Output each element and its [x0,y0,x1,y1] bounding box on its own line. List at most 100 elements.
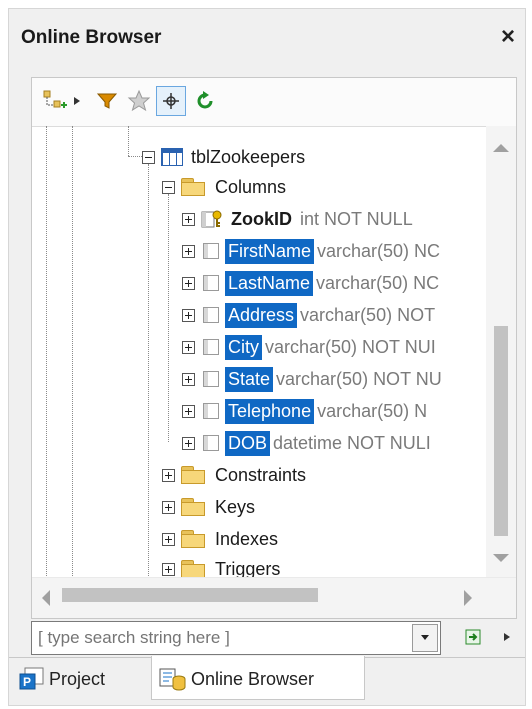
filter-button[interactable] [92,86,122,116]
column-name-selected: DOB [225,430,271,456]
column-icon [203,371,219,387]
expand-icon[interactable] [162,532,175,546]
primary-key-column-icon [201,210,222,228]
column-row[interactable]: City varchar(50) NOT NUI [182,332,436,362]
column-type: varchar(50) NOT NU [276,368,442,389]
filter-icon [96,93,118,109]
expand-icon[interactable] [182,276,195,290]
column-row[interactable]: ZookID int NOT NULL [182,204,413,234]
expand-icon[interactable] [182,244,195,258]
tab-project[interactable]: P Project [19,659,105,699]
column-icon [203,435,219,451]
tab-label: Online Browser [191,668,315,689]
column-name-selected: Address [225,302,298,328]
columns-folder-label: Columns [215,176,287,197]
expand-icon[interactable] [182,404,195,418]
tab-label: Project [49,668,106,689]
project-icon: P [19,667,44,690]
crosshair-button[interactable] [156,86,186,116]
column-icon [203,243,219,259]
toolbar [32,78,516,127]
scroll-left-icon[interactable] [36,586,56,610]
tree-node-keys[interactable]: Keys [162,492,255,522]
panel-title: Online Browser [21,27,162,48]
database-icon [159,668,186,691]
column-icon [203,403,219,419]
column-row[interactable]: FirstName varchar(50) NC [182,236,440,266]
folder-icon [181,498,207,516]
tree-node-triggers[interactable]: Triggers [162,554,280,578]
crosshair-icon [163,93,179,109]
horizontal-scroll-thumb[interactable] [62,588,318,602]
column-row[interactable]: DOB datetime NOT NULI [182,428,431,458]
column-name-selected: FirstName [225,238,315,264]
folder-label: Constraints [215,464,307,485]
search-input[interactable] [32,622,400,654]
expand-icon[interactable] [182,372,195,386]
expand-icon[interactable] [162,468,175,482]
column-row[interactable]: Telephone varchar(50) N [182,396,427,426]
column-name-selected: LastName [225,270,314,296]
favorites-star-icon [127,89,151,112]
folder-label: Indexes [215,528,279,549]
column-icon [203,307,219,323]
search-dropdown-button[interactable] [412,624,438,652]
folder-label: Triggers [215,558,281,579]
column-row[interactable]: State varchar(50) NOT NU [182,364,442,394]
refresh-icon [197,91,213,109]
expand-icon[interactable] [162,562,175,576]
tree-guide [128,156,142,157]
column-icon [203,339,219,355]
column-type: datetime NOT NULI [273,432,431,453]
refresh-button[interactable] [190,86,220,116]
column-row[interactable]: Address varchar(50) NOT [182,300,435,330]
tree-node-constraints[interactable]: Constraints [162,460,306,490]
horizontal-scrollbar[interactable] [32,577,516,618]
tree-guide [128,126,129,156]
vertical-scroll-thumb[interactable] [494,326,508,536]
expand-icon[interactable] [182,436,195,450]
expand-icon[interactable] [162,500,175,514]
scroll-up-icon[interactable] [486,138,516,158]
dropdown-arrow-button[interactable] [70,86,84,116]
tree-guide [148,164,149,576]
tree-view: tblZookeepers Columns ZookID int NOT NUL… [32,126,516,578]
svg-text:P: P [23,675,31,689]
folder-icon [181,560,207,578]
add-layout-icon [43,90,67,108]
add-layout-button[interactable] [40,86,70,116]
collapse-icon[interactable] [162,180,175,194]
folder-icon [181,178,207,196]
tree-node-indexes[interactable]: Indexes [162,524,278,554]
expand-icon[interactable] [182,308,195,322]
folder-icon [181,466,207,484]
caret-right-icon [504,633,510,641]
column-type: varchar(50) NOT [300,304,436,325]
online-browser-panel: Online Browser × tblZookeepers Columns Z… [8,8,526,706]
column-name-selected: Telephone [225,398,315,424]
scroll-right-icon[interactable] [458,586,478,610]
more-options-button[interactable] [499,625,515,649]
go-to-icon [465,629,481,645]
column-type: varchar(50) NC [316,272,440,293]
column-name: ZookID [231,208,292,229]
vertical-scrollbar[interactable] [486,126,516,578]
expand-icon[interactable] [182,340,195,354]
go-to-button[interactable] [461,625,485,649]
tree-guide [168,194,169,442]
column-type: varchar(50) NC [317,240,441,261]
table-name: tblZookeepers [191,146,306,167]
tree-guide [46,126,47,578]
column-row[interactable]: LastName varchar(50) NC [182,268,439,298]
title-bar: Online Browser × [9,9,525,67]
tree-node-columns[interactable]: Columns [162,172,286,202]
scroll-down-icon[interactable] [486,548,516,568]
collapse-icon[interactable] [142,150,155,164]
close-icon[interactable]: × [501,23,515,51]
tab-online-browser[interactable]: Online Browser [159,659,314,699]
favorites-button[interactable] [124,86,154,116]
search-field[interactable] [31,621,441,655]
tree-node-table[interactable]: tblZookeepers [142,142,305,172]
expand-icon[interactable] [182,212,195,226]
column-type: varchar(50) N [317,400,428,421]
